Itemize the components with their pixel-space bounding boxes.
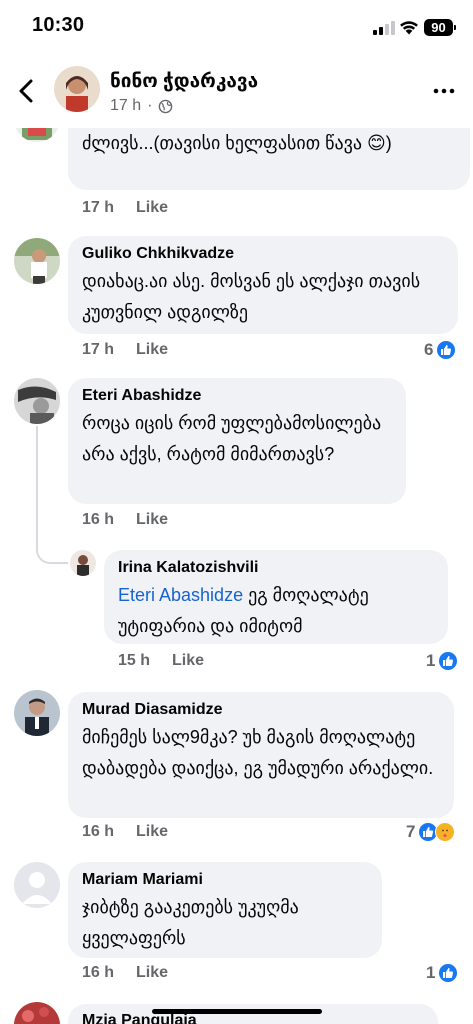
comment-author[interactable]: Eteri Abashidze [82,387,392,405]
like-reaction-icon [438,963,459,983]
like-button[interactable]: Like [136,199,168,217]
comment-author[interactable]: Mariam Mariami [82,871,368,889]
like-button[interactable]: Like [136,823,168,841]
like-reaction-icon [436,340,457,360]
wifi-icon [400,21,418,35]
comment-text: ჯიბტზე გააკეთებს უკუღმა ყველაფერს [82,897,299,948]
comment-time: 16 h [82,823,115,840]
comment-time: 17 h [82,341,115,358]
comment-time: 16 h [82,964,115,981]
reaction-summary[interactable]: 7 [406,822,456,842]
care-reaction-icon [435,822,456,842]
reaction-summary[interactable]: 1 [426,963,459,983]
comment-text: დიახაც.აი ასე. მოსვან ეს ალქაჯი თავის კუ… [82,271,421,322]
post-time: 17 h [110,97,142,114]
commenter-avatar[interactable] [14,862,60,908]
post-header: ნინო ჭდარკავა 17 h · [0,56,473,128]
reaction-summary[interactable]: 1 [426,651,459,671]
battery-icon: 90 [424,19,456,36]
reaction-count: 1 [426,963,436,982]
comment-time: 16 h [82,511,115,528]
comment-author[interactable]: Guliko Chkhikvadze [82,245,444,263]
comment-text: Eteri Abashidze ეგ მოღალატე უტიფარია და … [118,585,369,636]
like-reaction-icon [438,651,459,671]
comment-bubble: Mariam Mariami ჯიბტზე გააკეთებს უკუღმა ყ… [68,862,382,958]
reply-bubble: Irina Kalatozishvili Eteri Abashidze ეგ … [104,550,448,644]
commenter-avatar[interactable] [14,690,60,736]
comment-bubble: Guliko Chkhikvadze დიახაც.აი ასე. მოსვან… [68,236,458,334]
comment-time: 15 h [118,652,151,669]
comment-meta: 15 h Like [118,652,204,670]
mention-link[interactable]: Eteri Abashidze [118,585,243,605]
reply-avatar[interactable] [70,550,96,576]
status-bar: 10:30 90 [0,0,473,56]
comment-author[interactable]: Irina Kalatozishvili [118,559,434,577]
comments-feed[interactable]: ძლივს...(თავისი ხელფასით წავა 😊) 17 h Li… [0,0,473,1024]
reaction-count: 1 [426,651,436,670]
like-button[interactable]: Like [136,341,168,359]
reaction-count: 6 [424,340,434,359]
comment-text: ძლივს...(თავისი ხელფასით წავა 😊) [82,133,392,153]
post-meta: 17 h · [110,97,173,115]
comment-meta: 17 h Like [82,199,168,217]
comment-text: როცა იცის რომ უფლებამოსილება არა აქვს, რ… [82,413,382,464]
author-avatar[interactable] [54,66,100,112]
comment-text: მიჩემეს სალ9მკა? უხ მაგის მოღალატე დაბად… [82,727,434,778]
commenter-avatar[interactable] [14,238,60,284]
comment-bubble: Mzia Pangulaia [68,1004,438,1024]
like-button[interactable]: Like [136,964,168,982]
comment-meta: 16 h Like [82,964,168,982]
home-indicator[interactable] [152,1009,322,1014]
comment-meta: 16 h Like [82,823,168,841]
reaction-count: 7 [406,822,416,841]
reaction-summary[interactable]: 6 [424,340,457,360]
more-icon[interactable] [431,78,457,104]
comment-time: 17 h [82,199,115,216]
like-button[interactable]: Like [136,511,168,529]
comment-bubble: Murad Diasamidze მიჩემეს სალ9მკა? უხ მაგ… [68,692,454,818]
globe-icon [159,99,173,113]
commenter-avatar[interactable] [14,378,60,424]
comment-meta: 17 h Like [82,341,168,359]
status-time: 10:30 [32,14,85,36]
comment-bubble: Eteri Abashidze როცა იცის რომ უფლებამოსი… [68,378,406,504]
like-button[interactable]: Like [172,652,204,670]
reply-thread-line [36,426,68,564]
signal-icon [373,21,395,35]
author-name[interactable]: ნინო ჭდარკავა [110,70,258,93]
back-arrow-icon[interactable] [14,78,40,104]
commenter-avatar[interactable] [14,1002,60,1024]
comment-author[interactable]: Murad Diasamidze [82,701,440,719]
comment-meta: 16 h Like [82,511,168,529]
